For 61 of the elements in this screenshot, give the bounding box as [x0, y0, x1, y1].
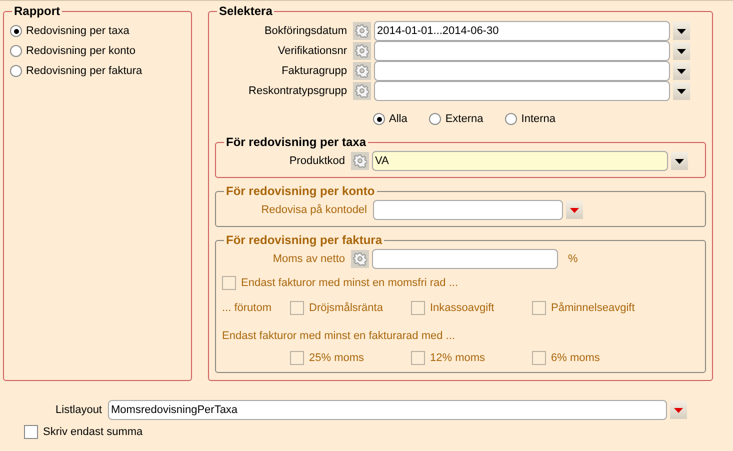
section-title: För redovisning per konto	[225, 183, 376, 200]
input-field[interactable]: 2014-01-01...2014-06-30	[374, 21, 670, 41]
gear-icon	[351, 250, 369, 268]
radio-button[interactable]	[10, 25, 22, 37]
gear-icon	[353, 82, 371, 100]
radio-label: Redovisning per taxa	[26, 24, 130, 39]
group-label: ... förutom	[222, 300, 273, 316]
radio-button[interactable]	[10, 65, 22, 77]
checkbox-label: 12% moms	[430, 350, 486, 366]
dropdown-button[interactable]	[673, 82, 690, 100]
section-title: För redovisning per taxa	[225, 134, 368, 151]
caret-icon	[677, 68, 686, 74]
input-field[interactable]: VA	[372, 151, 668, 171]
caret-icon	[677, 88, 686, 94]
field-label: Produktkod	[288, 154, 346, 169]
checkbox-label: Dröjsmålsränta	[309, 300, 383, 316]
radio-label: Redovisning per faktura	[26, 64, 142, 79]
caret-icon	[570, 208, 579, 212]
radio-button[interactable]	[10, 45, 22, 57]
gear-icon	[353, 42, 371, 60]
dropdown-button[interactable]	[673, 22, 690, 40]
caret-icon	[677, 28, 686, 34]
radio-button[interactable]	[429, 113, 442, 125]
input-field[interactable]	[374, 41, 670, 61]
radio-button[interactable]	[373, 113, 385, 125]
checkbox-label: Endast fakturor med minst en momsfri rad ...	[241, 276, 458, 291]
input-field[interactable]	[374, 81, 670, 101]
radio-label: Interna	[521, 112, 556, 127]
caret-icon	[674, 408, 683, 412]
input-field[interactable]	[374, 61, 670, 81]
gear-icon	[353, 22, 371, 40]
gear-icon	[351, 152, 369, 170]
checkbox-label: 6% moms	[551, 350, 600, 366]
dropdown-button[interactable]	[673, 42, 690, 60]
radio-label: Redovisning per konto	[26, 44, 136, 59]
field-label: Verifikationsnr	[276, 44, 348, 59]
radio-label: Externa	[445, 112, 484, 127]
field-label: Listlayout	[54, 402, 103, 418]
unit-label: %	[568, 252, 578, 267]
gear-icon	[353, 62, 371, 80]
checkbox-label: 25% moms	[309, 350, 364, 366]
dropdown-button[interactable]	[671, 152, 688, 170]
radio-label: Alla	[389, 112, 408, 127]
checkbox-label: Skriv endast summa	[43, 425, 143, 440]
section-title: Rapport	[13, 3, 61, 20]
field-label: Redovisa på kontodel	[260, 202, 368, 218]
section-title: Selektera	[218, 3, 274, 20]
info-text: Endast fakturor med minst en fakturarad med ...	[222, 330, 455, 342]
input-field[interactable]: MomsredovisningPerTaxa	[108, 400, 667, 420]
caret-icon	[677, 48, 686, 54]
field-label: Moms av netto	[272, 252, 346, 267]
field-label: Fakturagrupp	[280, 64, 348, 79]
checkbox-label: Påminnelseavgift	[551, 300, 635, 316]
checkbox[interactable]	[24, 425, 38, 440]
section-title: För redovisning per faktura	[225, 232, 384, 249]
checkbox-label: Inkassoavgift	[430, 300, 494, 316]
caret-icon	[675, 158, 684, 164]
field-label: Bokföringsdatum	[263, 24, 348, 39]
radio-button[interactable]	[505, 113, 518, 125]
dropdown-button[interactable]	[673, 62, 690, 80]
field-label: Reskontratypsgrupp	[248, 84, 348, 99]
